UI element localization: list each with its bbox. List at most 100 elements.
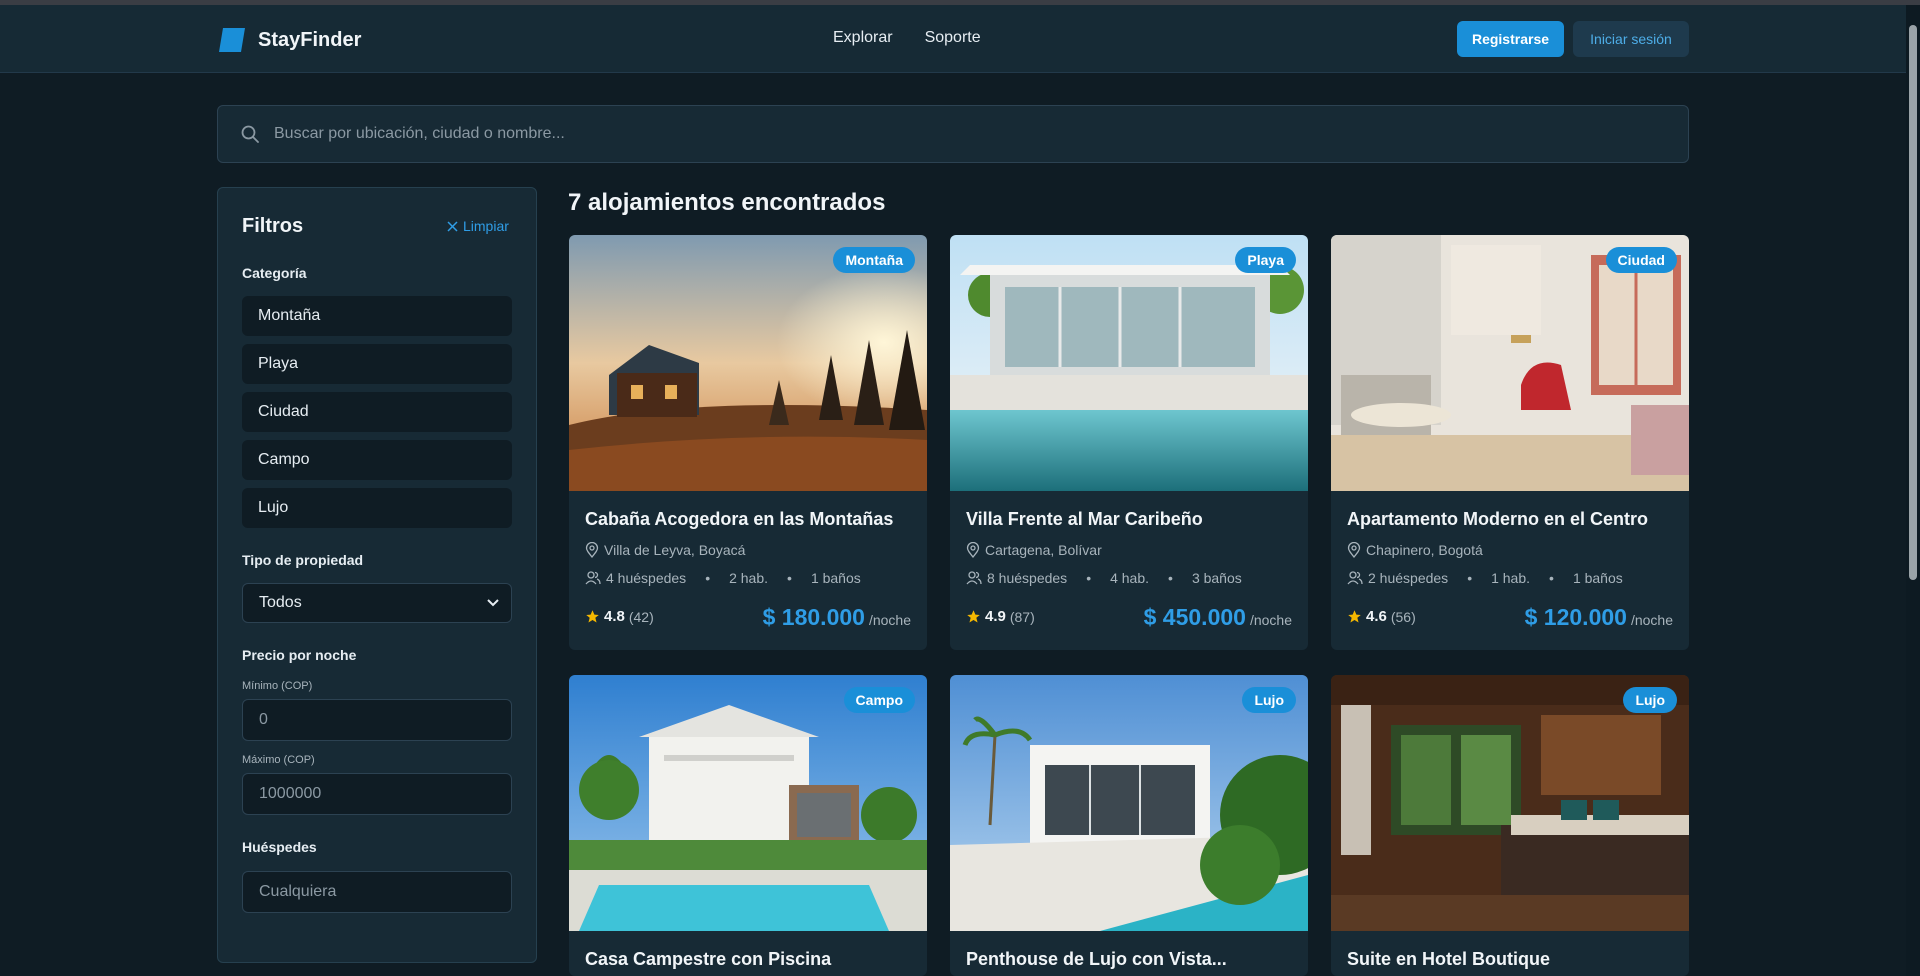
- login-button[interactable]: Iniciar sesión: [1573, 21, 1689, 57]
- clear-filters-label: Limpiar: [463, 218, 509, 234]
- listing-title[interactable]: Suite en Hotel Boutique: [1347, 949, 1550, 970]
- star-icon: [586, 610, 599, 623]
- page-scrollbar[interactable]: [1906, 5, 1920, 976]
- listing-photo: [569, 675, 927, 931]
- category-badge: Lujo: [1242, 687, 1296, 713]
- brand-name: StayFinder: [258, 28, 362, 51]
- users-icon: [966, 571, 982, 585]
- listing-card[interactable]: Lujo Suite en Hotel Boutique: [1331, 675, 1689, 976]
- listing-photo: [950, 235, 1308, 491]
- max-price-label: Máximo (COP): [242, 754, 315, 766]
- price-unit: /noche: [868, 612, 911, 628]
- listing-card[interactable]: Lujo Penthouse de Lujo con Vista...: [950, 675, 1308, 976]
- listing-location-text: Cartagena, Bolívar: [985, 542, 1102, 558]
- listing-title[interactable]: Cabaña Acogedora en las Montañas: [585, 509, 893, 530]
- listing-location: Villa de Leyva, Boyacá: [585, 542, 745, 558]
- guests-label: Huéspedes: [242, 839, 317, 855]
- property-type-value: Todos: [259, 594, 302, 611]
- max-price-input[interactable]: 1000000: [242, 773, 512, 815]
- main-nav: Explorar Soporte: [833, 29, 981, 47]
- search-input[interactable]: [274, 125, 1674, 143]
- listing-rooms: 2 hab.: [729, 570, 769, 586]
- search-bar: [217, 105, 1689, 163]
- chevron-down-icon: [487, 599, 499, 607]
- map-pin-icon: [966, 542, 980, 558]
- separator-dot: •: [1086, 570, 1092, 586]
- min-price-input[interactable]: 0: [242, 699, 512, 741]
- top-navbar: StayFinder Explorar Soporte Registrarse …: [0, 5, 1906, 73]
- scrollbar-thumb[interactable]: [1909, 25, 1917, 580]
- listing-location-text: Villa de Leyva, Boyacá: [604, 542, 746, 558]
- separator-dot: •: [1549, 570, 1554, 586]
- price-unit: /noche: [1630, 612, 1673, 628]
- listing-rating: 4.8 (42): [585, 608, 654, 625]
- map-pin-icon: [585, 542, 599, 558]
- star-icon: [967, 610, 980, 623]
- category-option-ciudad[interactable]: Ciudad: [242, 392, 512, 432]
- listing-photo: [569, 235, 927, 491]
- listing-location: Cartagena, Bolívar: [966, 542, 1102, 558]
- separator-dot: •: [787, 570, 792, 586]
- listing-price: $ 120.000 /noche: [1525, 604, 1673, 631]
- filters-title: Filtros: [242, 215, 304, 237]
- listing-price: $ 180.000 /noche: [763, 604, 911, 631]
- listing-location: Chapinero, Bogotá: [1347, 542, 1483, 558]
- listing-photo: [1331, 235, 1689, 491]
- separator-dot: •: [1467, 570, 1473, 586]
- map-pin-icon: [1347, 542, 1361, 558]
- category-badge: Montaña: [833, 247, 915, 273]
- price-amount: $ 180.000: [762, 604, 865, 630]
- listing-card[interactable]: Campo Casa Campestre con Piscina: [569, 675, 927, 976]
- rating-value: 4.9: [985, 608, 1006, 625]
- star-icon: [1348, 610, 1361, 623]
- listing-guests: 4 huéspedes: [606, 570, 687, 586]
- category-option-montana[interactable]: Montaña: [242, 296, 512, 336]
- price-amount: $ 120.000: [1524, 604, 1627, 630]
- listing-details: 4 huéspedes • 2 hab. • 1 baños: [585, 570, 861, 586]
- listing-baths: 3 baños: [1191, 570, 1242, 586]
- listing-rating: 4.9 (87): [966, 608, 1035, 625]
- listing-card[interactable]: Ciudad Apartamento Moderno en el Centro …: [1331, 235, 1689, 650]
- users-icon: [1347, 571, 1363, 585]
- guests-input[interactable]: Cualquiera: [242, 871, 512, 913]
- category-option-lujo[interactable]: Lujo: [242, 488, 512, 528]
- category-badge: Lujo: [1623, 687, 1677, 713]
- listing-details: 2 huéspedes • 1 hab. • 1 baños: [1347, 570, 1623, 586]
- listing-card[interactable]: Playa Villa Frente al Mar Caribeño Carta…: [950, 235, 1308, 650]
- listing-title[interactable]: Penthouse de Lujo con Vista...: [966, 949, 1227, 970]
- listing-guests: 8 huéspedes: [987, 570, 1068, 586]
- review-count: (42): [628, 608, 654, 625]
- min-price-label: Mínimo (COP): [242, 680, 313, 692]
- rating-value: 4.6: [1366, 608, 1387, 625]
- category-option-playa[interactable]: Playa: [242, 344, 512, 384]
- listing-location-text: Chapinero, Bogotá: [1366, 542, 1483, 558]
- listing-rooms: 4 hab.: [1110, 570, 1150, 586]
- price-amount: $ 450.000: [1143, 604, 1246, 630]
- rating-value: 4.8: [604, 608, 625, 625]
- property-type-label: Tipo de propiedad: [242, 552, 364, 568]
- listing-card[interactable]: Montaña Cabaña Acogedora en las Montañas…: [569, 235, 927, 650]
- brand-logo[interactable]: StayFinder: [218, 26, 361, 54]
- listing-rooms: 1 hab.: [1491, 570, 1531, 586]
- nav-soporte[interactable]: Soporte: [925, 29, 981, 47]
- register-button[interactable]: Registrarse: [1457, 21, 1564, 57]
- listing-title[interactable]: Villa Frente al Mar Caribeño: [966, 509, 1203, 530]
- listing-photo: [1331, 675, 1689, 931]
- users-icon: [585, 571, 601, 585]
- listing-title[interactable]: Apartamento Moderno en el Centro: [1347, 509, 1648, 530]
- category-option-campo[interactable]: Campo: [242, 440, 512, 480]
- category-label: Categoría: [242, 265, 307, 281]
- listing-baths: 1 baños: [1572, 570, 1623, 586]
- price-unit: /noche: [1249, 612, 1292, 628]
- category-badge: Ciudad: [1605, 247, 1677, 273]
- listing-photo: [950, 675, 1308, 931]
- separator-dot: •: [1168, 570, 1173, 586]
- logo-icon: [219, 28, 245, 52]
- nav-explorar[interactable]: Explorar: [833, 29, 893, 47]
- review-count: (56): [1390, 608, 1416, 625]
- clear-filters-button[interactable]: Limpiar: [447, 218, 509, 234]
- filters-panel: Filtros Limpiar Categoría Montaña Playa …: [217, 187, 537, 963]
- close-icon: [447, 220, 458, 232]
- listing-title[interactable]: Casa Campestre con Piscina: [585, 949, 831, 970]
- property-type-select[interactable]: Todos: [242, 583, 512, 623]
